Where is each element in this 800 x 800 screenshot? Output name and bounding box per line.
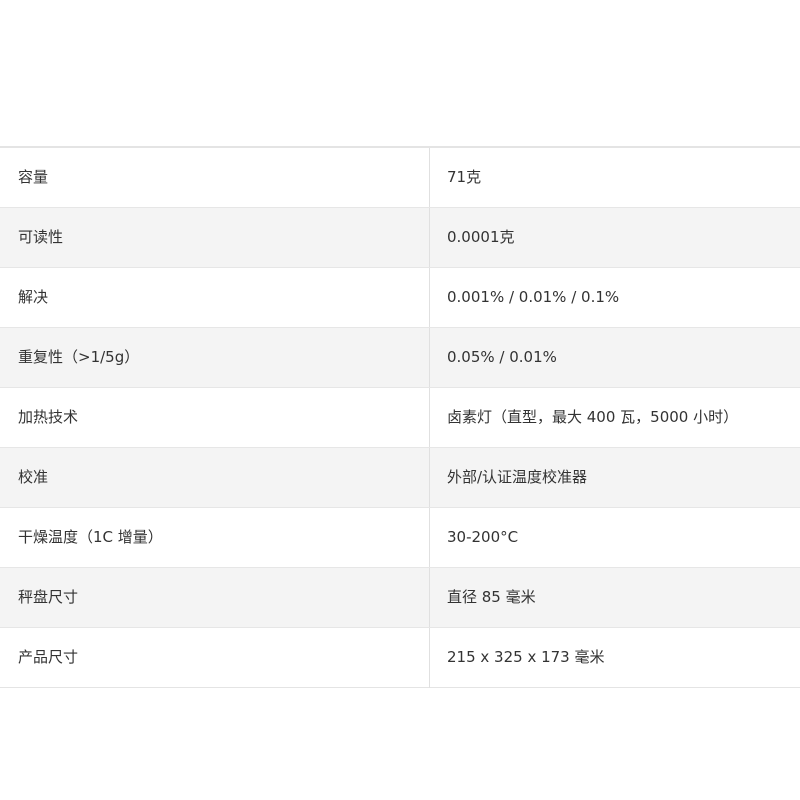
spec-value: 71克 [429,147,800,208]
spec-table: 容量 71克 可读性 0.0001克 解决 0.001% / 0.01% / 0… [0,146,800,688]
spec-label: 校准 [0,447,430,508]
spec-label: 重复性（>1/5g） [0,327,430,388]
spec-label: 加热技术 [0,387,430,448]
spec-label: 解决 [0,267,430,328]
table-row: 加热技术 卤素灯（直型，最大 400 瓦，5000 小时） [0,387,800,448]
table-row: 可读性 0.0001克 [0,207,800,268]
spec-label: 产品尺寸 [0,627,430,687]
table-row: 解决 0.001% / 0.01% / 0.1% [0,267,800,328]
spec-value: 0.001% / 0.01% / 0.1% [429,267,800,328]
spec-label: 容量 [0,147,430,208]
table-row: 校准 外部/认证温度校准器 [0,447,800,508]
spec-value: 215 x 325 x 173 毫米 [447,648,605,666]
spec-value: 30-200°C [429,507,800,568]
spec-label: 可读性 [0,207,430,268]
spec-label: 干燥温度（1C 增量） [0,507,430,568]
table-row: 产品尺寸 215 x 325 x 173 毫米 [0,627,800,687]
spec-value: 卤素灯（直型，最大 400 瓦，5000 小时） [429,387,800,448]
spec-value: 外部/认证温度校准器 [429,447,800,508]
table-row: 重复性（>1/5g） 0.05% / 0.01% [0,327,800,388]
table-row: 干燥温度（1C 增量） 30-200°C [0,507,800,568]
spec-value: 0.05% / 0.01% [429,327,800,388]
spec-label: 秤盘尺寸 [0,567,430,628]
spec-value: 直径 85 毫米 [429,567,800,628]
table-row: 秤盘尺寸 直径 85 毫米 [0,567,800,628]
table-row: 容量 71克 [0,147,800,208]
spec-value: 0.0001克 [429,207,800,268]
